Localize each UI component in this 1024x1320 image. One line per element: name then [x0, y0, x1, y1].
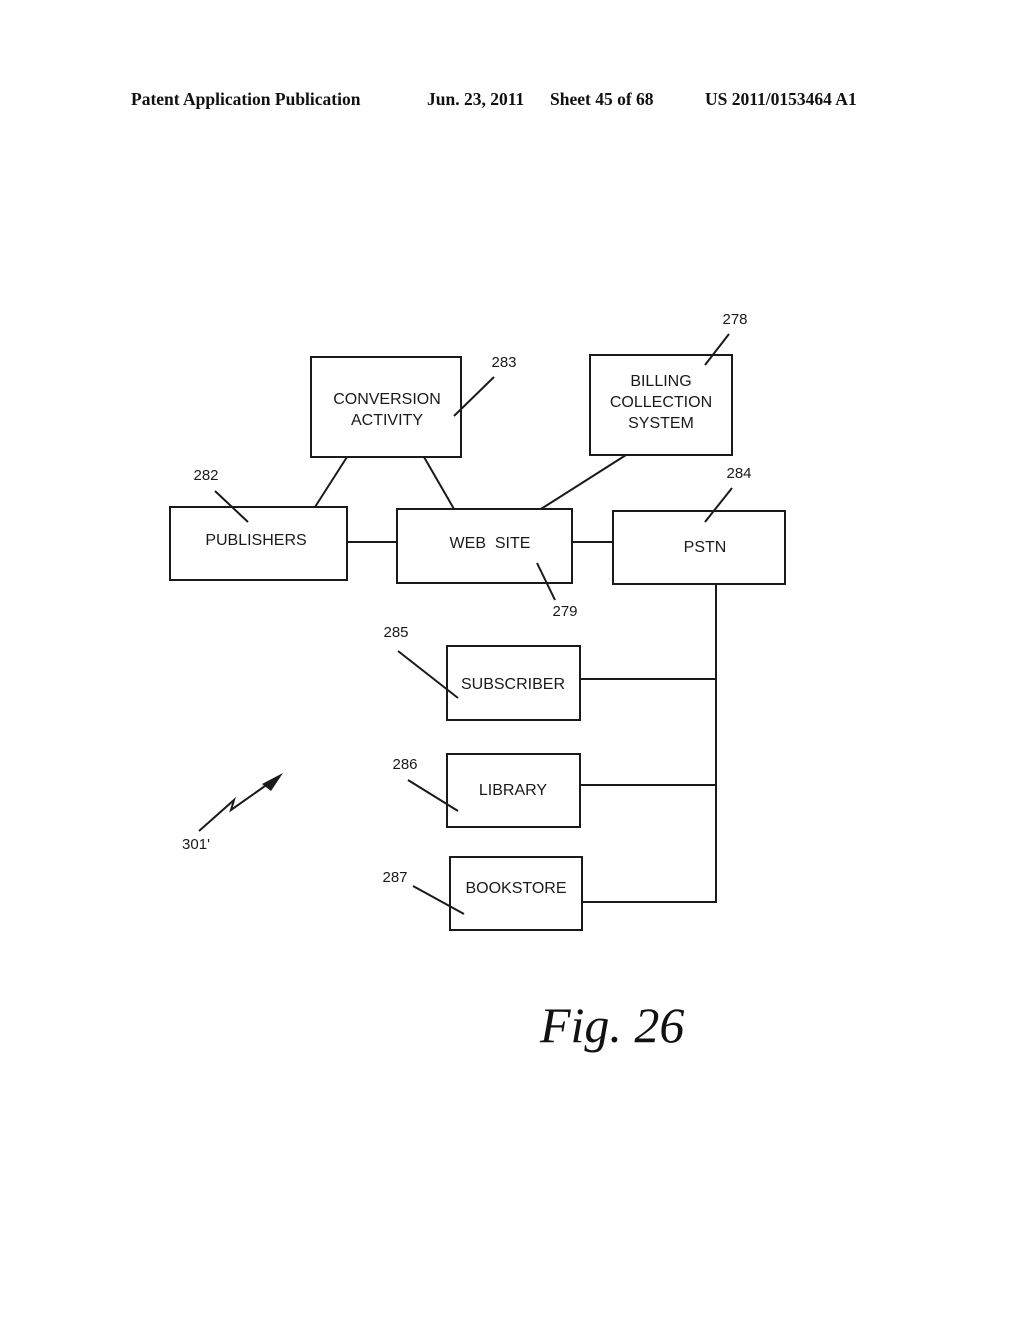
box-label-line: ACTIVITY: [351, 412, 423, 429]
wire-conversion-publishers: [314, 456, 348, 508]
figure-label: Fig. 26: [540, 997, 685, 1053]
box-pstn: PSTN: [612, 510, 786, 585]
leader-287: [412, 885, 465, 915]
leader-279: [536, 562, 556, 601]
box-library: LIBRARY: [446, 753, 581, 828]
box-label-line: BILLING: [630, 373, 691, 390]
ref-279: 279: [552, 603, 577, 620]
wire-conversion-website: [423, 456, 455, 510]
leader-286: [407, 779, 459, 812]
box-label-line: COLLECTION: [610, 394, 712, 411]
box-label-line: PSTN: [684, 539, 727, 556]
wire-billing-website: [540, 454, 627, 510]
ref-287: 287: [382, 869, 407, 886]
ref-284: 284: [726, 465, 751, 482]
box-label-line: LIBRARY: [479, 782, 548, 799]
ref-282: 282: [193, 467, 218, 484]
block-diagram: CONVERSION ACTIVITY BILLING COLLECTION S…: [169, 311, 786, 931]
box-conversion-activity: CONVERSION ACTIVITY: [310, 356, 462, 458]
box-label-line: PUBLISHERS: [205, 532, 306, 549]
box-bookstore: BOOKSTORE: [449, 856, 583, 931]
leader-285: [397, 650, 459, 699]
box-label-line: CONVERSION: [333, 391, 441, 408]
box-label-line: BOOKSTORE: [465, 880, 566, 897]
wireless-link-arrow-icon: 301': [182, 773, 283, 853]
box-billing-collection-system: BILLING COLLECTION SYSTEM: [589, 354, 733, 456]
wire-pstn-bus: [582, 584, 717, 903]
box-web-site: WEB SITE: [396, 508, 573, 584]
ref-285: 285: [383, 624, 408, 641]
box-label-line: SUBSCRIBER: [461, 676, 565, 693]
ref-278: 278: [722, 311, 747, 328]
box-label-line: WEB SITE: [450, 535, 531, 552]
ref-286: 286: [392, 756, 417, 773]
ref-283: 283: [491, 354, 516, 371]
box-label-line: SYSTEM: [628, 415, 694, 432]
box-publishers: PUBLISHERS: [169, 506, 348, 581]
ref-301: 301': [182, 836, 210, 853]
leader-278: [704, 333, 730, 366]
leader-284: [704, 487, 733, 523]
box-subscriber: SUBSCRIBER: [446, 645, 581, 721]
